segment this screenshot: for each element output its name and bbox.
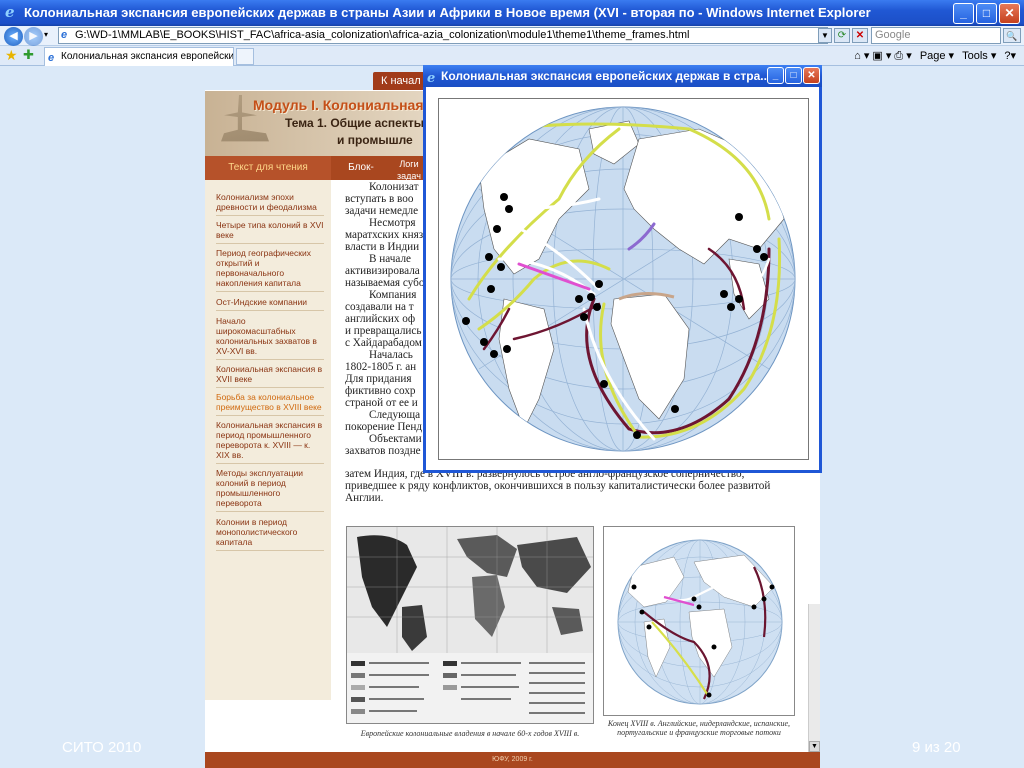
popup-close-button[interactable]: ✕ [803, 67, 820, 84]
menu-item-xviii[interactable]: Борьба за колониальное преимущество в XV… [216, 392, 324, 416]
address-text: G:\WD-1\MMLAB\E_BOOKS\HIST_FAC\africa-as… [75, 29, 690, 41]
help-menu[interactable]: ?▾ [1004, 49, 1016, 63]
command-icons[interactable]: ⌂ ▾ ▣ ▾ ⎙ ▾ [854, 49, 912, 63]
address-bar-row: ◀ ▶ ▾ e G:\WD-1\MMLAB\E_BOOKS\HIST_FAC\a… [0, 26, 1024, 46]
menu-item-antiquity[interactable]: Колониализм эпохи древности и феодализма [216, 192, 324, 216]
menu-item-industrial[interactable]: Колониальная экспансия в период промышле… [216, 420, 324, 464]
scroll-down-icon[interactable]: ▼ [809, 741, 820, 752]
menu-item-large-scale[interactable]: Начало широкомасштабных колониальных зах… [216, 316, 324, 360]
page-icon: e [61, 29, 68, 41]
popup-window: e Колониальная экспансия европейских дер… [423, 65, 822, 473]
close-button[interactable]: ✕ [999, 3, 1020, 24]
module-title: Модуль I. Колониальная экс [253, 97, 450, 113]
favorites-star-icon[interactable]: ★ [5, 48, 18, 62]
globe-svg [450, 106, 796, 452]
page-menu[interactable]: Page ▾ [920, 49, 954, 63]
menu-item-monopoly[interactable]: Колонии в период монополистического капи… [216, 517, 324, 551]
tab-logic-tasks[interactable]: Логи задач [393, 156, 425, 181]
menu-item-methods[interactable]: Методы эксплуатации колоний в период про… [216, 468, 324, 512]
tab-bar: ★ ✚ e Колониальная экспансия европейских… [0, 46, 1024, 66]
colonial-map-svg [347, 527, 593, 723]
add-favorite-icon[interactable]: ✚ [23, 48, 34, 62]
small-globe-svg [617, 539, 783, 705]
popup-maximize-button[interactable]: □ [785, 67, 802, 84]
caption-right: Конец XVIII в. Английские, нидерландские… [607, 719, 791, 737]
page-footer: ЮФУ, 2009 г. [205, 752, 820, 768]
refresh-icon[interactable]: ⟳ [834, 28, 850, 43]
back-button[interactable]: ◀ [4, 27, 23, 46]
trade-routes-globe-small[interactable] [603, 526, 795, 716]
popup-minimize-button[interactable]: _ [767, 67, 784, 84]
address-input[interactable]: e G:\WD-1\MMLAB\E_BOOKS\HIST_FAC\africa-… [58, 27, 828, 44]
left-menu: Колониализм эпохи древности и феодализма… [205, 180, 331, 700]
slide-page-number: 9 из 20 [912, 739, 961, 756]
popup-ie-logo-icon: e [427, 71, 436, 86]
popup-controls: _ □ ✕ [767, 67, 820, 84]
text-line: Англии. [345, 492, 384, 504]
tab-reading-text[interactable]: Текст для чтения [205, 156, 331, 180]
window-title: Колониальная экспансия европейских держа… [24, 5, 871, 20]
trade-routes-globe[interactable] [438, 98, 809, 460]
popup-titlebar[interactable]: e Колониальная экспансия европейских дер… [423, 65, 822, 87]
window-controls: _ □ ✕ [953, 3, 1020, 24]
theme-title-line2: и промышле [337, 133, 413, 147]
tab-current[interactable]: e Колониальная экспансия европейских дер… [44, 47, 234, 66]
command-bar: ⌂ ▾ ▣ ▾ ⎙ ▾ Page ▾ Tools ▾ ?▾ [854, 49, 1016, 63]
history-dropdown-icon[interactable]: ▾ [44, 30, 48, 39]
menu-item-discoveries[interactable]: Период географических открытий и первона… [216, 248, 324, 292]
stop-icon[interactable]: ✕ [852, 28, 868, 43]
slide-footer-left: СИТО 2010 [62, 739, 142, 756]
tab-page-icon: e [48, 52, 55, 64]
new-tab-button[interactable] [236, 48, 254, 65]
search-input[interactable]: Google [871, 27, 1001, 44]
menu-item-xvii[interactable]: Колониальная экспансия в XVII веке [216, 364, 324, 388]
tools-menu[interactable]: Tools ▾ [962, 49, 996, 63]
caption-left: Европейские колониальные владения в нача… [360, 729, 580, 738]
tab-flowchart[interactable]: Блок-схема [335, 156, 387, 197]
popup-title: Колониальная экспансия европейских держа… [441, 69, 771, 83]
tab-label: Колониальная экспансия европейских дер..… [61, 51, 234, 62]
colonial-map-1760s[interactable] [346, 526, 594, 724]
minimize-button[interactable]: _ [953, 3, 974, 24]
search-icon[interactable]: 🔍 [1003, 28, 1021, 43]
theme-title-line1: Тема 1. Общие аспекты ко [285, 116, 441, 130]
window-titlebar[interactable]: e Колониальная экспансия европейских дер… [0, 0, 1024, 26]
text-line: приведшее к ряду конфликтов, окончившихс… [345, 480, 771, 492]
ie-logo-icon: e [5, 3, 15, 21]
reading-text-end: затем Индия, где в XVIII в. развернулось… [345, 468, 797, 504]
menu-item-four-types[interactable]: Четыре типа колоний в XVI веке [216, 220, 324, 244]
forward-button[interactable]: ▶ [24, 27, 43, 46]
maximize-button[interactable]: □ [976, 3, 997, 24]
vertical-scrollbar[interactable]: ▼ [808, 604, 820, 752]
menu-item-east-india[interactable]: Ост-Индские компании [216, 297, 324, 311]
address-dropdown-icon[interactable]: ▼ [818, 28, 832, 43]
